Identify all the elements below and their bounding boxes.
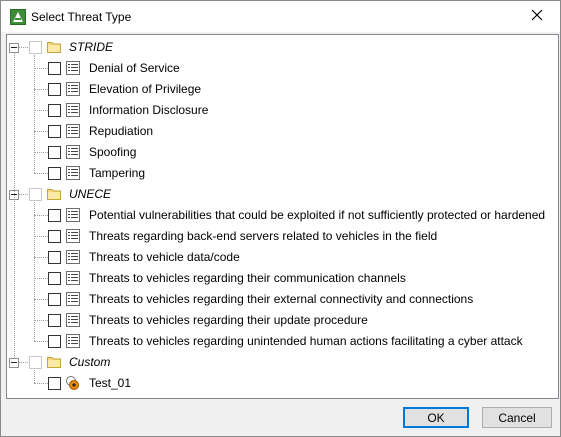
item-label: Threats to vehicle data/code xyxy=(89,250,240,264)
tree-item-row[interactable]: Threats regarding back-end servers relat… xyxy=(7,226,556,247)
threat-list-icon xyxy=(65,123,81,139)
item-label: Threats to vehicles regarding unintended… xyxy=(89,334,523,348)
item-checkbox[interactable] xyxy=(48,167,61,180)
window-title: Select Threat Type xyxy=(31,10,132,24)
item-label: Test_01 xyxy=(89,376,132,390)
threat-list-icon xyxy=(65,165,81,181)
tree-item-row[interactable]: Elevation of Privilege xyxy=(7,79,556,100)
threat-list-icon xyxy=(65,333,81,349)
item-label: Threats to vehicles regarding their upda… xyxy=(89,313,368,327)
item-checkbox[interactable] xyxy=(48,104,61,117)
item-label: Threats to vehicles regarding their exte… xyxy=(89,292,474,306)
tree-item-row[interactable]: Threats to vehicles regarding their exte… xyxy=(7,289,556,310)
item-checkbox[interactable] xyxy=(48,209,61,222)
threat-list-icon xyxy=(65,249,81,265)
folder-icon xyxy=(46,39,62,55)
item-label: Information Disclosure xyxy=(89,103,209,117)
item-checkbox[interactable] xyxy=(48,251,61,264)
threat-type-tree[interactable]: STRIDE Denial of Service Elevation of Priv… xyxy=(6,34,559,399)
item-checkbox[interactable] xyxy=(48,125,61,138)
group-label: UNECE xyxy=(69,187,112,201)
custom-threat-icon xyxy=(65,375,81,391)
threat-list-icon xyxy=(65,102,81,118)
cancel-button[interactable]: Cancel xyxy=(482,407,552,428)
item-label: Tampering xyxy=(89,166,146,180)
threat-list-icon xyxy=(65,144,81,160)
group-checkbox xyxy=(29,41,42,54)
threat-list-icon xyxy=(65,270,81,286)
threat-list-icon xyxy=(65,312,81,328)
item-label: Threats regarding back-end servers relat… xyxy=(89,229,438,243)
item-checkbox[interactable] xyxy=(48,62,61,75)
tree-item-row[interactable]: Repudiation xyxy=(7,121,556,142)
tree-group-row[interactable]: UNECE xyxy=(7,184,556,205)
item-label: Threats to vehicles regarding their comm… xyxy=(89,271,406,285)
close-icon xyxy=(531,9,543,24)
item-checkbox[interactable] xyxy=(48,83,61,96)
item-label: Denial of Service xyxy=(89,61,180,75)
item-checkbox[interactable] xyxy=(48,293,61,306)
tree-item-row[interactable]: Potential vulnerabilities that could be … xyxy=(7,205,556,226)
threat-list-icon xyxy=(65,81,81,97)
tree-item-row[interactable]: Information Disclosure xyxy=(7,100,556,121)
app-icon xyxy=(10,9,26,25)
group-label: STRIDE xyxy=(69,40,114,54)
close-button[interactable] xyxy=(514,1,560,32)
folder-icon xyxy=(46,354,62,370)
item-label: Spoofing xyxy=(89,145,137,159)
ok-button[interactable]: OK xyxy=(403,407,469,428)
item-checkbox[interactable] xyxy=(48,230,61,243)
tree-item-row[interactable]: Denial of Service xyxy=(7,58,556,79)
tree-item-row[interactable]: Threats to vehicle data/code xyxy=(7,247,556,268)
tree-item-row[interactable]: Spoofing xyxy=(7,142,556,163)
tree-item-row[interactable]: Threats to vehicles regarding unintended… xyxy=(7,331,556,352)
tree-item-row[interactable]: Threats to vehicles regarding their comm… xyxy=(7,268,556,289)
item-checkbox[interactable] xyxy=(48,272,61,285)
tree-group-row[interactable]: STRIDE xyxy=(7,37,556,58)
threat-list-icon xyxy=(65,60,81,76)
tree-item-row[interactable]: Tampering xyxy=(7,163,556,184)
item-label: Elevation of Privilege xyxy=(89,82,202,96)
item-label: Potential vulnerabilities that could be … xyxy=(89,208,546,222)
item-checkbox[interactable] xyxy=(48,377,61,390)
tree-item-row[interactable]: Threats to vehicles regarding their upda… xyxy=(7,310,556,331)
title-bar: Select Threat Type xyxy=(1,1,560,32)
threat-list-icon xyxy=(65,291,81,307)
item-checkbox[interactable] xyxy=(48,335,61,348)
folder-icon xyxy=(46,186,62,202)
collapse-icon[interactable] xyxy=(9,358,19,368)
item-checkbox[interactable] xyxy=(48,146,61,159)
group-checkbox xyxy=(29,356,42,369)
tree-item-row[interactable]: Test_01 xyxy=(7,373,556,394)
threat-list-icon xyxy=(65,207,81,223)
select-threat-type-dialog: Select Threat Type STRIDE Denial of Servi… xyxy=(0,0,561,437)
item-checkbox[interactable] xyxy=(48,314,61,327)
threat-list-icon xyxy=(65,228,81,244)
item-label: Repudiation xyxy=(89,124,154,138)
group-checkbox xyxy=(29,188,42,201)
tree-group-row[interactable]: Custom xyxy=(7,352,556,373)
group-label: Custom xyxy=(69,355,111,369)
